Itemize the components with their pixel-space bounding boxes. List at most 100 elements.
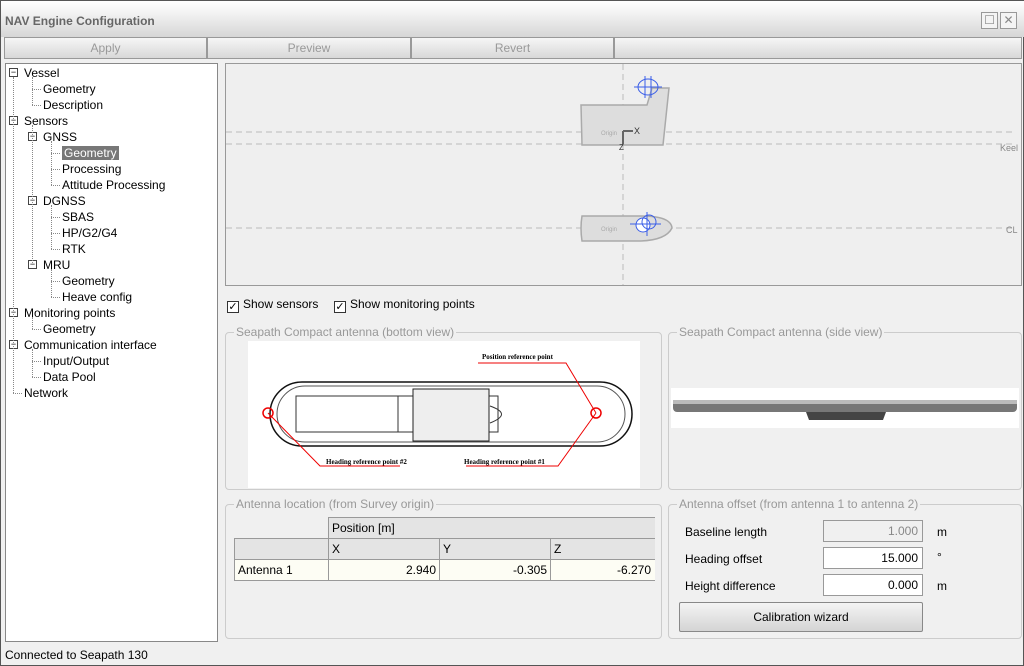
position-ref-label: Position reference point	[482, 353, 554, 361]
collapse-icon[interactable]: −	[9, 68, 18, 77]
tree-item-label: DGNSS	[43, 194, 86, 208]
tree-connector	[32, 377, 41, 378]
origin-label-top: Origin	[601, 227, 617, 233]
axis-z-label: Z	[619, 143, 624, 152]
tree-connector	[13, 77, 14, 393]
tree-item[interactable]: Input/Output	[43, 353, 109, 369]
height-difference-field[interactable]: 0.000	[823, 574, 923, 596]
tree-item[interactable]: RTK	[62, 241, 86, 257]
tree-connector	[51, 233, 60, 234]
tree-connector	[32, 349, 33, 377]
tree-item-label: Processing	[62, 162, 122, 176]
title-bar: NAV Engine Configuration ☐ ✕	[1, 1, 1024, 37]
checkbox-checked-icon: ✓	[334, 301, 346, 313]
heading-offset-label: Heading offset	[685, 552, 763, 566]
tree-item-label: Communication interface	[24, 338, 157, 352]
column-header-z: Z	[550, 538, 655, 560]
vessel-geometry-canvas[interactable]: X Z Origin Origin Keel CL	[225, 63, 1022, 286]
tree-connector	[51, 153, 60, 154]
show-sensors-checkbox[interactable]: ✓ Show sensors	[227, 296, 319, 313]
tree-item[interactable]: Communication interface	[24, 337, 157, 353]
position-header: Position [m]	[328, 517, 655, 539]
tree-item[interactable]: MRU	[43, 257, 70, 273]
tree-item-label: Attitude Processing	[62, 178, 166, 192]
tree-item-label: Geometry	[43, 322, 96, 336]
tree-connector	[51, 249, 60, 250]
antenna-location-table: Position [m] XYZ Antenna 1 2.940 -0.305 -6.…	[234, 517, 655, 581]
keel-label: Keel	[1000, 143, 1018, 153]
tree-item[interactable]: Data Pool	[43, 369, 96, 385]
tree-connector	[51, 297, 60, 298]
tree-item[interactable]: Geometry	[43, 81, 96, 97]
tree-item-label: Sensors	[24, 114, 69, 128]
tree-item-label: Heave config	[62, 290, 133, 304]
cell-y[interactable]: -0.305	[439, 559, 551, 581]
tree-item[interactable]: HP/G2/G4	[62, 225, 117, 241]
side-view-group: Seapath Compact antenna (side view)	[668, 325, 1022, 490]
show-sensors-label: Show sensors	[243, 297, 319, 311]
preview-button[interactable]: Preview	[207, 37, 411, 59]
centerline-label: CL	[1006, 225, 1018, 235]
show-monitoring-checkbox[interactable]: ✓ Show monitoring points	[334, 296, 475, 313]
tree-connector	[32, 329, 41, 330]
tree-connector	[51, 281, 60, 282]
status-bar-text: Connected to Seapath 130	[5, 648, 148, 662]
antenna-location-title: Antenna location (from Survey origin)	[234, 497, 437, 511]
tree-connector	[51, 185, 60, 186]
column-header-x: X	[328, 538, 440, 560]
checkbox-checked-icon: ✓	[227, 301, 239, 313]
tree-item[interactable]: Monitoring points	[24, 305, 115, 321]
navigation-tree[interactable]: Vessel − Geometry Description Sensors − GNSS − G…	[5, 63, 218, 642]
tree-item-label: Vessel	[24, 66, 60, 80]
baseline-label: Baseline length	[685, 525, 768, 539]
tree-item[interactable]: Sensors	[24, 113, 68, 129]
tree-item[interactable]: Network	[24, 385, 68, 401]
apply-button[interactable]: Apply	[4, 37, 207, 59]
tree-connector	[32, 361, 41, 362]
tree-item[interactable]: Geometry	[62, 145, 119, 161]
tree-item[interactable]: GNSS	[43, 129, 77, 145]
tree-item-label: Geometry	[43, 82, 96, 96]
heading-ref2-label: Heading reference point #2	[326, 458, 407, 466]
tree-item[interactable]: Description	[43, 97, 103, 113]
tree-item-label: MRU	[43, 258, 71, 272]
tree-item-label: RTK	[62, 242, 86, 256]
bottom-view-group: Seapath Compact antenna (bottom view) Po…	[225, 325, 662, 490]
tree-connector	[51, 269, 52, 297]
tree-item[interactable]: SBAS	[62, 209, 94, 225]
antenna-offset-group: Antenna offset (from antenna 1 to antenn…	[668, 497, 1022, 639]
tree-item-label: HP/G2/G4	[62, 226, 118, 240]
height-difference-unit: m	[937, 579, 947, 593]
tree-item-label: Geometry	[62, 146, 119, 160]
revert-button[interactable]: Revert	[411, 37, 614, 59]
cell-x[interactable]: 2.940	[328, 559, 440, 581]
tree-item[interactable]: DGNSS	[43, 193, 86, 209]
baseline-field: 1.000	[823, 520, 923, 542]
heading-offset-unit: °	[937, 550, 942, 564]
toolbar-spacer	[614, 37, 1022, 59]
cell-z[interactable]: -6.270	[550, 559, 655, 581]
tree-item[interactable]: Heave config	[62, 289, 132, 305]
maximize-icon[interactable]: ☐	[981, 12, 998, 29]
tree-item-label: Geometry	[62, 274, 115, 288]
tree-item[interactable]: Geometry	[43, 321, 96, 337]
tree-item[interactable]: Processing	[62, 161, 121, 177]
tree-item-label: Network	[24, 386, 69, 400]
show-monitoring-label: Show monitoring points	[350, 297, 475, 311]
tree-item[interactable]: Vessel	[24, 65, 59, 81]
antenna-offset-title: Antenna offset (from antenna 1 to antenn…	[677, 497, 921, 511]
heading-offset-field[interactable]: 15.000	[823, 547, 923, 569]
tree-connector	[51, 169, 60, 170]
close-icon[interactable]: ✕	[1000, 12, 1017, 29]
bottom-view-title: Seapath Compact antenna (bottom view)	[234, 325, 457, 339]
window-title: NAV Engine Configuration	[5, 14, 155, 28]
tree-connector	[51, 141, 52, 185]
tree-item[interactable]: Geometry	[62, 273, 115, 289]
tree-item-label: Data Pool	[43, 370, 96, 384]
tree-item[interactable]: Attitude Processing	[62, 177, 165, 193]
tree-connector	[32, 105, 41, 106]
vessel-drawing: X Z Origin Origin Keel CL	[226, 64, 1018, 285]
tree-connector	[51, 217, 60, 218]
calibration-wizard-button[interactable]: Calibration wizard	[679, 602, 923, 632]
baseline-unit: m	[937, 525, 947, 539]
